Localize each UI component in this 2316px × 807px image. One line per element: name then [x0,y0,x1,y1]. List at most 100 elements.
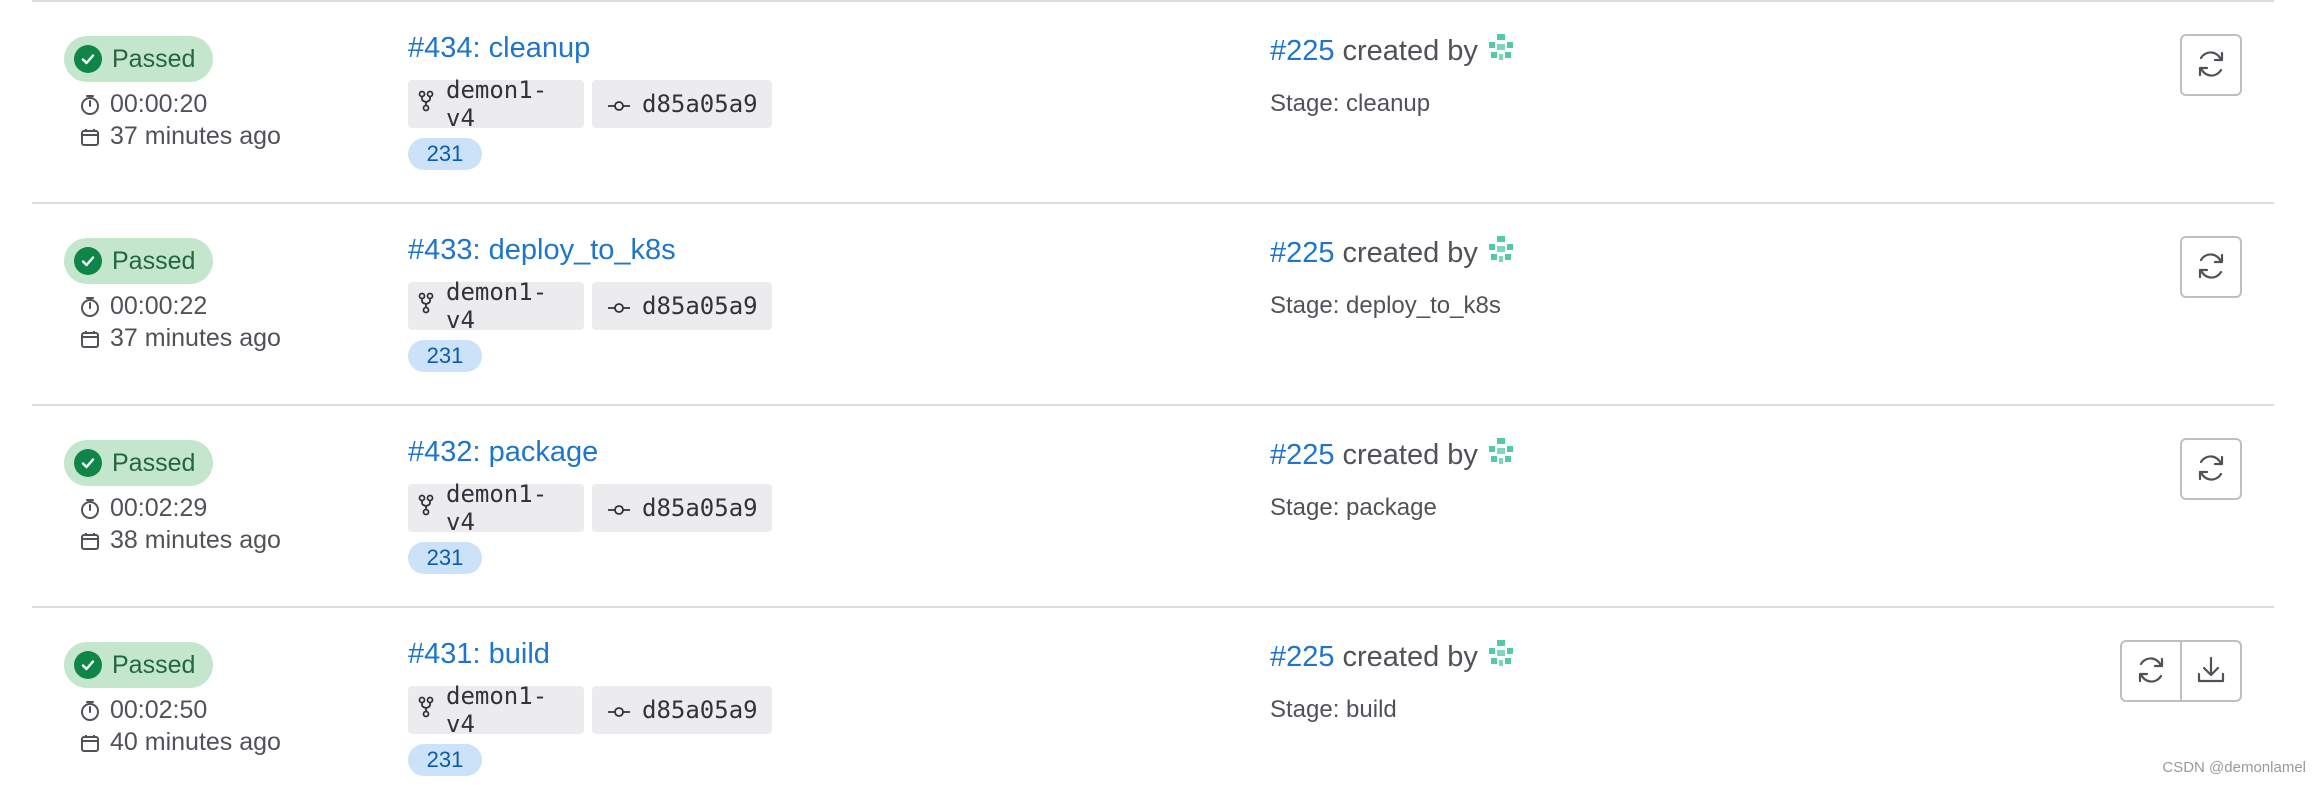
duration-value: 00:02:29 [110,494,207,523]
job-row: Passed 00:02:50 40 minutes ago #431: bui… [32,606,2274,807]
stage-label: Stage: package [1270,494,1437,522]
duration: 00:00:20 [80,90,207,119]
ref-row: demon1-v4 d85a05a9 [408,686,772,734]
stage-label: Stage: build [1270,696,1397,724]
status-badge[interactable]: Passed [64,36,213,82]
calendar-icon [80,329,100,349]
job-title-link[interactable]: #433: deploy_to_k8s [408,234,676,267]
branch-name: demon1-v4 [446,682,574,738]
job-actions [2120,640,2242,702]
created-by-text: created by [1343,35,1478,68]
pipeline-link[interactable]: #225 [1270,35,1335,68]
user-avatar-icon[interactable] [1486,234,1516,272]
branch-ref[interactable]: demon1-v4 [408,686,584,734]
status-label: Passed [112,247,195,276]
check-circle-icon [74,449,102,477]
check-circle-icon [74,45,102,73]
label-badge[interactable]: 231 [408,340,482,372]
status-badge[interactable]: Passed [64,440,213,486]
check-circle-icon [74,247,102,275]
pipeline-info: #225 created by [1270,638,1516,676]
user-avatar-icon[interactable] [1486,638,1516,676]
commit-icon [608,292,630,320]
created-value: 40 minutes ago [110,728,281,757]
commit-sha: d85a05a9 [642,292,758,320]
label-badge[interactable]: 231 [408,542,482,574]
retry-icon [2194,249,2228,286]
stage-label: Stage: cleanup [1270,90,1430,118]
commit-ref[interactable]: d85a05a9 [592,282,772,330]
job-actions [2180,34,2242,96]
job-title-link[interactable]: #434: cleanup [408,32,590,65]
commit-icon [608,494,630,522]
pipeline-link[interactable]: #225 [1270,439,1335,472]
ref-row: demon1-v4 d85a05a9 [408,80,772,128]
branch-name: demon1-v4 [446,76,574,132]
job-title-link[interactable]: #431: build [408,638,550,671]
commit-icon [608,90,630,118]
created-time: 37 minutes ago [80,122,281,151]
job-row: Passed 00:00:20 37 minutes ago #434: cle… [32,0,2274,201]
job-row: Passed 00:02:29 38 minutes ago #432: pac… [32,404,2274,605]
calendar-icon [80,733,100,753]
duration-value: 00:00:22 [110,292,207,321]
user-avatar-icon[interactable] [1486,32,1516,70]
label-badge[interactable]: 231 [408,744,482,776]
duration: 00:02:50 [80,696,207,725]
created-value: 38 minutes ago [110,526,281,555]
duration: 00:00:22 [80,292,207,321]
calendar-icon [80,127,100,147]
commit-icon [608,696,630,724]
commit-ref[interactable]: d85a05a9 [592,484,772,532]
created-value: 37 minutes ago [110,122,281,151]
created-time: 37 minutes ago [80,324,281,353]
timer-icon [80,498,100,520]
status-label: Passed [112,651,195,680]
branch-icon [418,696,434,724]
download-artifacts-button[interactable] [2180,640,2242,702]
duration-value: 00:00:20 [110,90,207,119]
status-badge[interactable]: Passed [64,238,213,284]
user-avatar-icon[interactable] [1486,436,1516,474]
branch-name: demon1-v4 [446,480,574,536]
branch-ref[interactable]: demon1-v4 [408,282,584,330]
branch-icon [418,494,434,522]
pipeline-link[interactable]: #225 [1270,641,1335,674]
status-label: Passed [112,449,195,478]
retry-icon [2194,47,2228,84]
retry-button[interactable] [2180,34,2242,96]
timer-icon [80,296,100,318]
stage-label: Stage: deploy_to_k8s [1270,292,1501,320]
jobs-list: Passed 00:00:20 37 minutes ago #434: cle… [0,0,2316,782]
retry-button[interactable] [2180,236,2242,298]
calendar-icon [80,531,100,551]
status-badge[interactable]: Passed [64,642,213,688]
branch-icon [418,90,434,118]
retry-icon [2194,451,2228,488]
branch-ref[interactable]: demon1-v4 [408,80,584,128]
duration-value: 00:02:50 [110,696,207,725]
ref-row: demon1-v4 d85a05a9 [408,282,772,330]
pipeline-info: #225 created by [1270,234,1516,272]
commit-ref[interactable]: d85a05a9 [592,686,772,734]
created-value: 37 minutes ago [110,324,281,353]
commit-sha: d85a05a9 [642,90,758,118]
timer-icon [80,94,100,116]
timer-icon [80,700,100,722]
created-time: 40 minutes ago [80,728,281,757]
created-by-text: created by [1343,439,1478,472]
duration: 00:02:29 [80,494,207,523]
branch-name: demon1-v4 [446,278,574,334]
download-icon [2196,655,2226,688]
ref-row: demon1-v4 d85a05a9 [408,484,772,532]
retry-button[interactable] [2180,438,2242,500]
retry-button[interactable] [2120,640,2182,702]
created-by-text: created by [1343,237,1478,270]
commit-ref[interactable]: d85a05a9 [592,80,772,128]
commit-sha: d85a05a9 [642,494,758,522]
pipeline-link[interactable]: #225 [1270,237,1335,270]
label-badge[interactable]: 231 [408,138,482,170]
branch-ref[interactable]: demon1-v4 [408,484,584,532]
branch-icon [418,292,434,320]
job-title-link[interactable]: #432: package [408,436,598,469]
